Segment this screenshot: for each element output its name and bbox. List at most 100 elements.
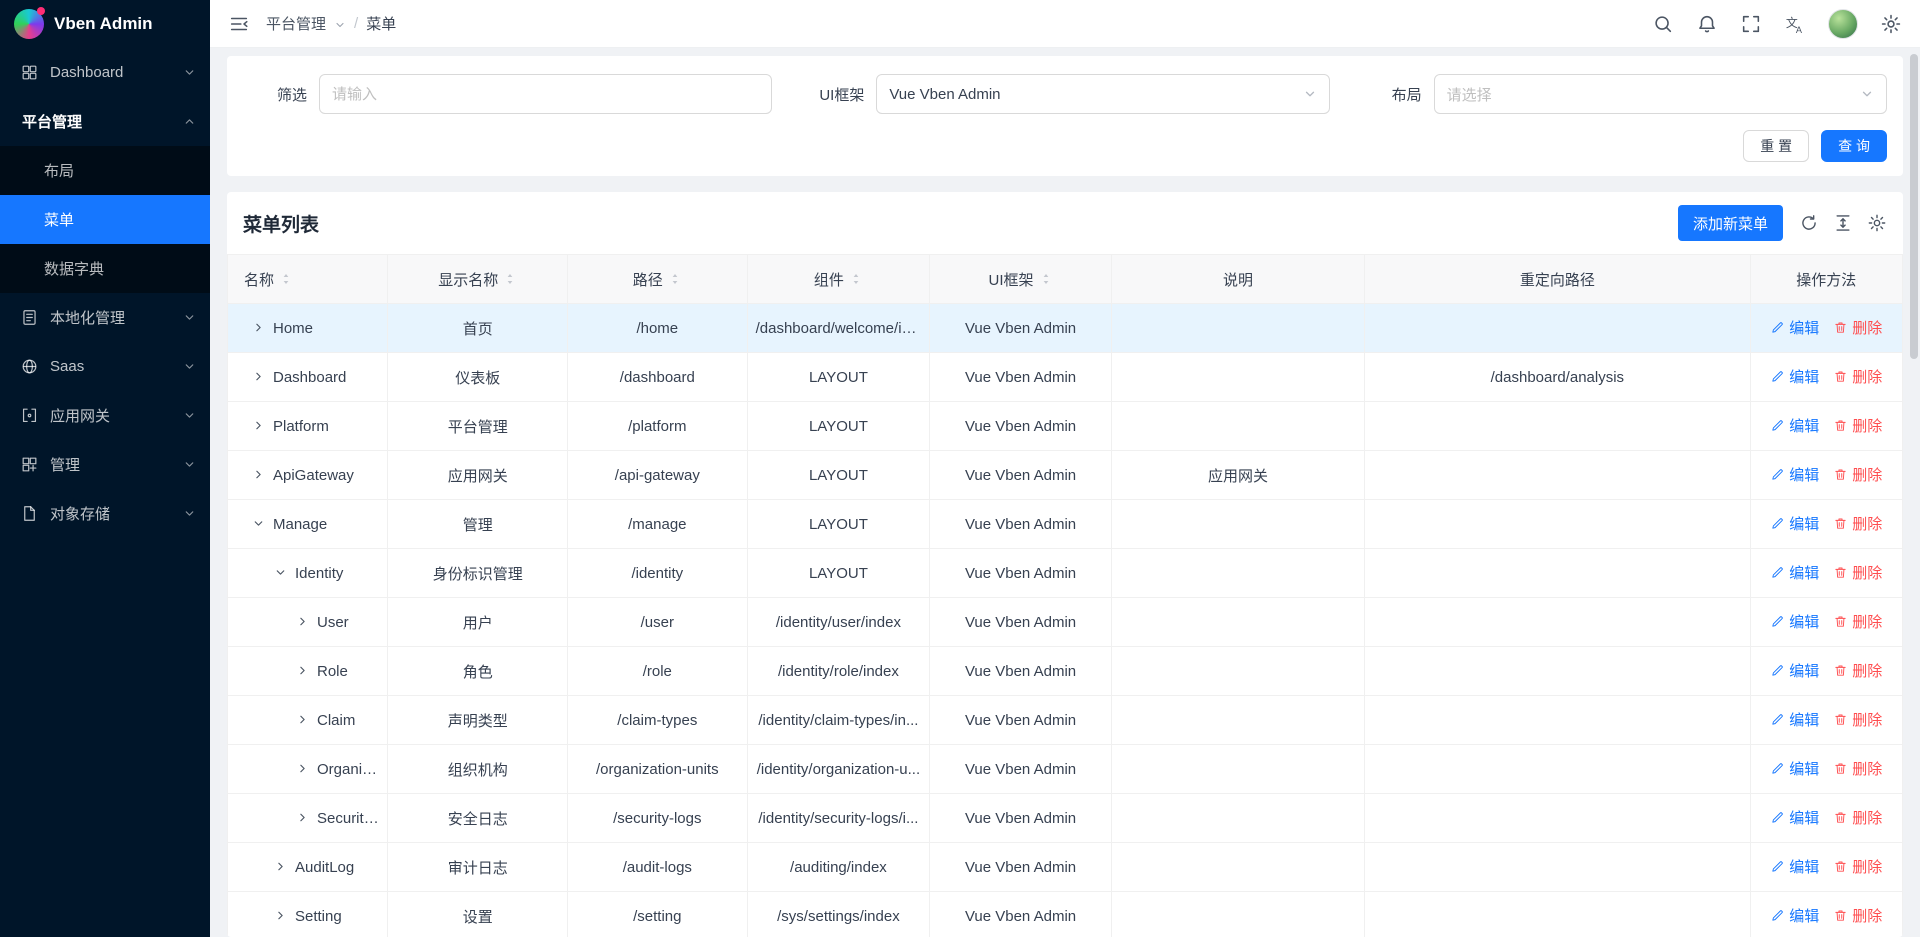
delete-button[interactable]: 删除 [1833,611,1882,632]
column-header-component[interactable]: 组件 [747,255,930,304]
table-row[interactable]: AuditLog审计日志/audit-logs/auditing/indexVu… [228,843,1903,892]
delete-button[interactable]: 删除 [1833,317,1882,338]
table-row[interactable]: Role角色/role/identity/role/indexVue Vben … [228,647,1903,696]
sort-caret-icon[interactable] [849,272,863,286]
sidebar-item-dashboard[interactable]: Dashboard [0,48,210,97]
table-row[interactable]: Organiz...组织机构/organization-units/identi… [228,745,1903,794]
delete-button[interactable]: 删除 [1833,660,1882,681]
edit-button[interactable]: 编辑 [1770,513,1819,534]
table-row[interactable]: User用户/user/identity/user/indexVue Vben … [228,598,1903,647]
cell-value: /user [641,614,674,631]
delete-button[interactable]: 删除 [1833,856,1882,877]
column-header-display_name[interactable]: 显示名称 [388,255,568,304]
delete-button[interactable]: 删除 [1833,366,1882,387]
app-logo[interactable]: Vben Admin [0,0,210,48]
sidebar-item-platform[interactable]: 平台管理 [0,97,210,146]
delete-label: 删除 [1852,709,1882,730]
sidebar-subitem-menu[interactable]: 菜单 [0,195,210,244]
scrollbar-thumb[interactable] [1910,54,1918,359]
delete-button[interactable]: 删除 [1833,758,1882,779]
row-expand-icon[interactable] [252,370,265,383]
delete-label: 删除 [1852,513,1882,534]
chevron-down-icon [183,311,196,324]
translate-button[interactable]: 文A [1784,13,1806,35]
filter-input[interactable] [319,74,772,114]
delete-button[interactable]: 删除 [1833,464,1882,485]
column-header-framework[interactable]: UI框架 [930,255,1112,304]
sidebar-item-gateway[interactable]: 应用网关 [0,391,210,440]
edit-button[interactable]: 编辑 [1770,807,1819,828]
row-expand-icon[interactable] [296,615,309,628]
row-expand-icon[interactable] [252,419,265,432]
edit-button[interactable]: 编辑 [1770,660,1819,681]
column-height-button[interactable] [1833,213,1853,233]
table-row[interactable]: Dashboard仪表板/dashboardLAYOUTVue Vben Adm… [228,353,1903,402]
edit-button[interactable]: 编辑 [1770,317,1819,338]
refresh-button[interactable] [1799,213,1819,233]
table-row[interactable]: Platform平台管理/platformLAYOUTVue Vben Admi… [228,402,1903,451]
row-expand-icon[interactable] [296,762,309,775]
row-expand-icon[interactable] [252,517,265,530]
delete-button[interactable]: 删除 [1833,415,1882,436]
edit-button[interactable]: 编辑 [1770,415,1819,436]
sidebar-item-localization[interactable]: 本地化管理 [0,293,210,342]
delete-button[interactable]: 删除 [1833,807,1882,828]
sort-caret-icon[interactable] [668,272,682,286]
delete-button[interactable]: 删除 [1833,709,1882,730]
row-expand-icon[interactable] [296,664,309,677]
column-label: 说明 [1223,269,1253,290]
sidebar-subitem-layout[interactable]: 布局 [0,146,210,195]
row-expand-icon[interactable] [252,468,265,481]
table-row[interactable]: Home首页/home/dashboard/welcome/in...Vue V… [228,304,1903,353]
delete-button[interactable]: 删除 [1833,562,1882,583]
row-expand-icon[interactable] [296,713,309,726]
search-button[interactable] [1652,13,1674,35]
sidebar-collapse-button[interactable] [228,13,250,35]
bell-button[interactable] [1696,13,1718,35]
edit-button[interactable]: 编辑 [1770,905,1819,926]
row-expand-icon[interactable] [274,860,287,873]
edit-button[interactable]: 编辑 [1770,464,1819,485]
query-button[interactable]: 查 询 [1821,130,1887,162]
column-header-name[interactable]: 名称 [228,255,388,304]
cell-value: 设置 [463,909,493,926]
breadcrumb-item-platform[interactable]: 平台管理 [266,13,326,34]
settings-button[interactable] [1880,13,1902,35]
table-row[interactable]: Security...安全日志/security-logs/identity/s… [228,794,1903,843]
delete-button[interactable]: 删除 [1833,905,1882,926]
sidebar-subitem-dict[interactable]: 数据字典 [0,244,210,293]
sidebar-item-saas[interactable]: Saas [0,342,210,391]
edit-button[interactable]: 编辑 [1770,856,1819,877]
layout-select[interactable]: 请选择 [1434,74,1887,114]
row-expand-icon[interactable] [252,321,265,334]
edit-button[interactable]: 编辑 [1770,709,1819,730]
edit-button[interactable]: 编辑 [1770,611,1819,632]
add-menu-button[interactable]: 添加新菜单 [1678,205,1783,241]
table-row[interactable]: Setting设置/setting/sys/settings/indexVue … [228,892,1903,937]
table-row[interactable]: Claim声明类型/claim-types/identity/claim-typ… [228,696,1903,745]
table-row[interactable]: Manage管理/manageLAYOUTVue Vben Admin编辑删除 [228,500,1903,549]
reset-button[interactable]: 重 置 [1743,130,1809,162]
table-row[interactable]: Identity身份标识管理/identityLAYOUTVue Vben Ad… [228,549,1903,598]
row-expand-icon[interactable] [274,566,287,579]
edit-button[interactable]: 编辑 [1770,758,1819,779]
page-scrollbar[interactable] [1908,50,1918,933]
sort-caret-icon[interactable] [1039,272,1053,286]
table-row[interactable]: ApiGateway应用网关/api-gatewayLAYOUTVue Vben… [228,451,1903,500]
cell-name: Identity [228,549,388,598]
column-header-path[interactable]: 路径 [568,255,748,304]
row-expand-icon[interactable] [296,811,309,824]
row-expand-icon[interactable] [274,909,287,922]
avatar[interactable] [1828,9,1858,39]
delete-button[interactable]: 删除 [1833,513,1882,534]
edit-button[interactable]: 编辑 [1770,366,1819,387]
sidebar-item-storage[interactable]: 对象存储 [0,489,210,538]
ui-framework-select[interactable]: Vue Vben Admin [876,74,1329,114]
edit-button[interactable]: 编辑 [1770,562,1819,583]
sort-caret-icon[interactable] [279,272,293,286]
sidebar-item-manage[interactable]: 管理 [0,440,210,489]
sort-caret-icon[interactable] [503,272,517,286]
cell-value: 组织机构 [448,762,508,779]
fullscreen-button[interactable] [1740,13,1762,35]
column-settings-button[interactable] [1867,213,1887,233]
